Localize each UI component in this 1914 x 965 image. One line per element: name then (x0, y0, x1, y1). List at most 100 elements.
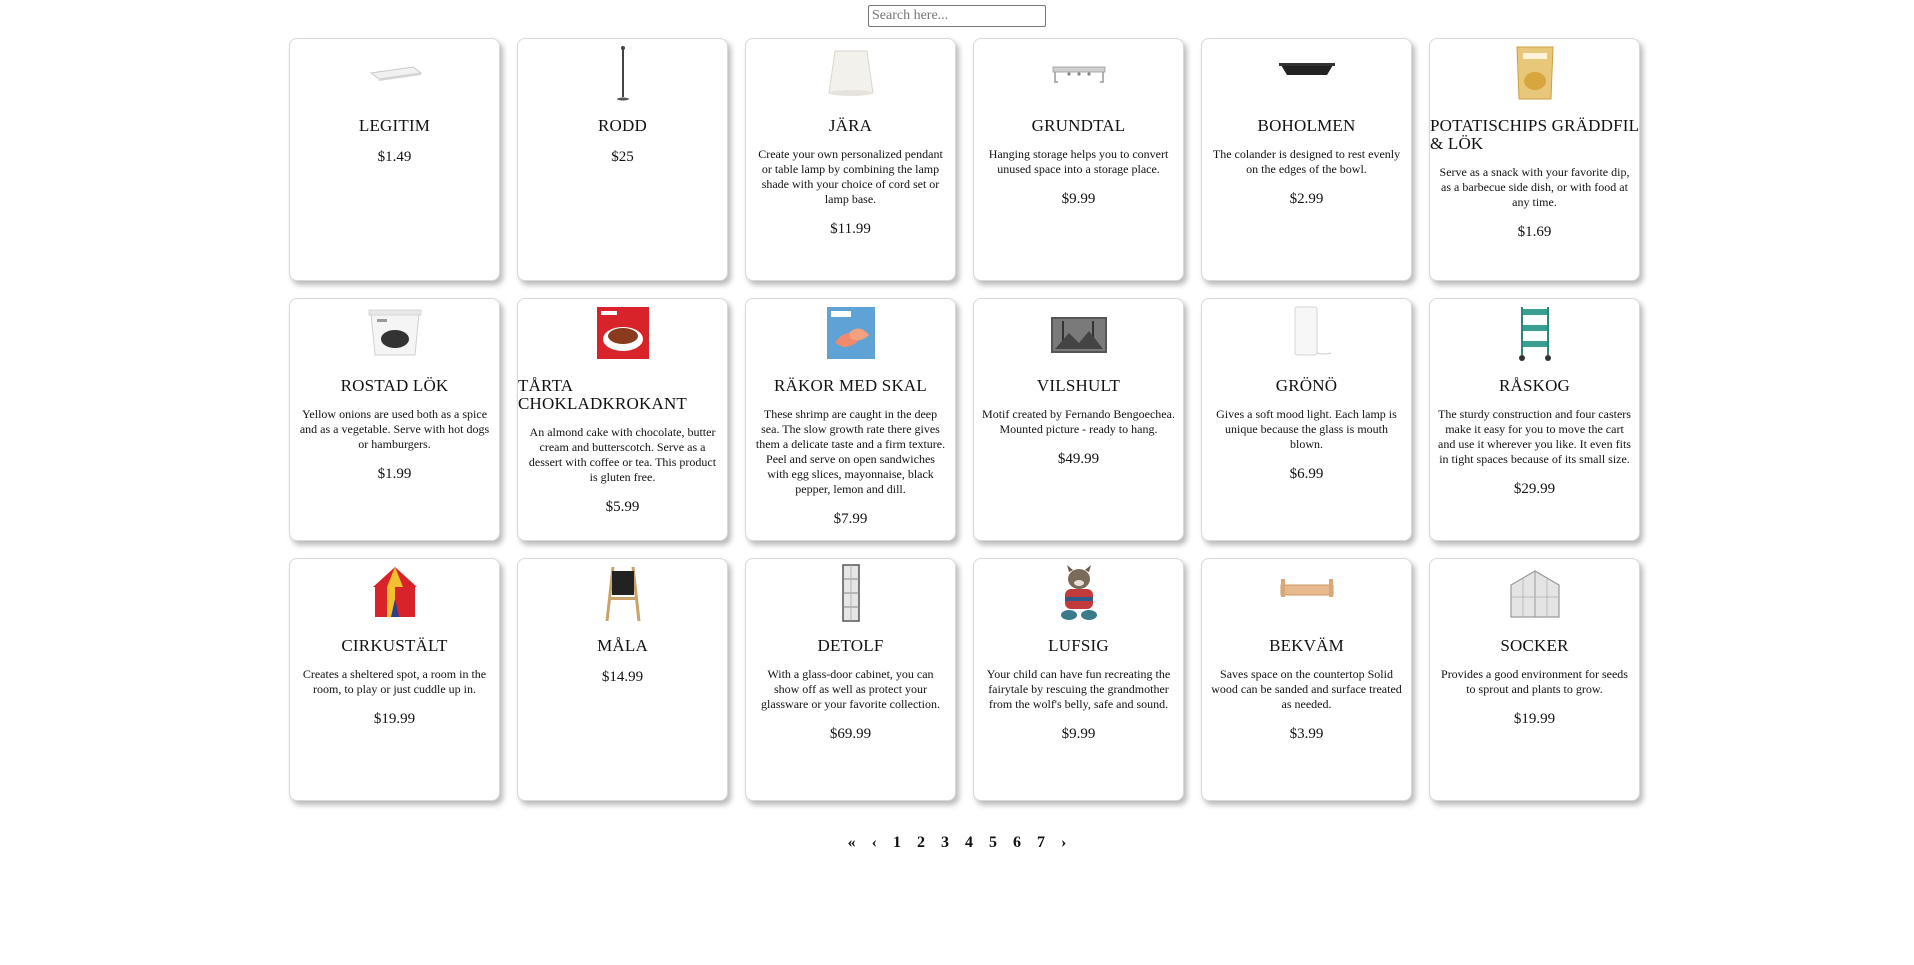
product-price: $19.99 (373, 711, 416, 727)
onion-tub-icon (368, 309, 421, 356)
product-name: GRÖNÖ (1275, 376, 1338, 395)
product-description: Saves space on the countertop Solid wood… (1211, 667, 1402, 711)
floor-lamp-icon (616, 46, 629, 101)
product-price: $14.99 (601, 669, 644, 685)
product-name: LUFSIG (1048, 636, 1109, 655)
product-price: $9.99 (1061, 726, 1096, 742)
greenhouse-icon (1509, 570, 1560, 618)
product-price: $9.99 (1061, 191, 1096, 207)
product-price: $5.99 (605, 499, 640, 515)
product-name: CIRKUSTÄLT (341, 636, 448, 655)
product-price: $69.99 (829, 726, 872, 742)
search-input[interactable] (868, 5, 1046, 27)
page-link-6[interactable]: 6 (1013, 834, 1021, 852)
search-bar (0, 5, 1914, 27)
product-card[interactable]: JÄRA Create your own personalized pendan… (745, 38, 956, 281)
product-card[interactable]: GRUNDTAL Hanging storage helps you to co… (973, 38, 1184, 281)
product-card[interactable]: RODD $25 (517, 38, 728, 281)
product-card[interactable]: DETOLF With a glass-door cabinet, you ca… (745, 558, 956, 801)
product-name: MÅLA (597, 636, 648, 655)
product-card[interactable]: MÅLA $14.99 (517, 558, 728, 801)
next-page-button[interactable]: › (1061, 834, 1066, 852)
page-link-2[interactable]: 2 (917, 834, 925, 852)
page-link-1[interactable]: 1 (893, 834, 901, 852)
product-card[interactable]: VILSHULT Motif created by Fernando Bengo… (973, 298, 1184, 541)
product-price: $1.69 (1517, 224, 1552, 240)
product-description: Motif created by Fernando Bengoechea. Mo… (982, 407, 1175, 436)
product-name: ROSTAD LÖK (340, 376, 449, 395)
product-card[interactable]: GRÖNÖ Gives a soft mood light. Each lamp… (1201, 298, 1412, 541)
product-price: $29.99 (1513, 481, 1556, 497)
product-card[interactable]: BEKVÄM Saves space on the countertop Sol… (1201, 558, 1412, 801)
product-name: RODD (598, 116, 647, 135)
product-price: $19.99 (1513, 711, 1556, 727)
product-name: LEGITIM (358, 116, 431, 135)
product-card[interactable]: CIRKUSTÄLT Creates a sheltered spot, a r… (289, 558, 500, 801)
product-name: GRUNDTAL (1031, 116, 1126, 135)
product-card[interactable]: RÅSKOG The sturdy construction and four … (1429, 298, 1640, 541)
product-card[interactable]: LEGITIM $1.49 (289, 38, 500, 281)
prev-page-button[interactable]: ‹ (872, 834, 877, 852)
product-card[interactable]: POTATISCHIPS GRÄDDFIL & LÖK Serve as a s… (1429, 38, 1640, 281)
product-card[interactable]: LUFSIG Your child can have fun recreatin… (973, 558, 1184, 801)
product-card[interactable]: ROSTAD LÖK Yellow onions are used both a… (289, 298, 500, 541)
product-description: An almond cake with chocolate, butter cr… (528, 425, 717, 484)
product-grid: LEGITIM $1.49 RODD $25 JÄRA Create your … (289, 38, 1649, 801)
spice-rack-icon (1280, 579, 1333, 597)
product-price: $3.99 (1289, 726, 1324, 742)
page-link-7[interactable]: 7 (1037, 834, 1045, 852)
table-lamp-icon (1294, 306, 1331, 356)
product-card[interactable]: TÅRTA CHOKLADKROKANT An almond cake with… (517, 298, 728, 541)
cutting-board-icon (369, 66, 422, 81)
easel-icon (605, 566, 640, 622)
product-price: $7.99 (833, 511, 868, 527)
product-name: JÄRA (828, 116, 873, 135)
product-description: Gives a soft mood light. Each lamp is un… (1216, 407, 1397, 451)
utility-cart-icon (1518, 307, 1551, 361)
product-price: $1.99 (377, 466, 412, 482)
pagination: « ‹ 1 2 3 4 5 6 7 › (0, 834, 1914, 852)
product-description: With a glass-door cabinet, you can show … (761, 667, 940, 711)
product-description: Hanging storage helps you to convert unu… (988, 147, 1169, 176)
product-name: RÅSKOG (1498, 376, 1571, 395)
page-link-3[interactable]: 3 (941, 834, 949, 852)
product-name: DETOLF (817, 636, 884, 655)
product-price: $1.49 (377, 149, 412, 165)
product-price: $6.99 (1289, 466, 1324, 482)
product-description: The colander is designed to rest evenly … (1212, 147, 1401, 176)
lamp-shade-icon (827, 50, 874, 96)
glass-cabinet-icon (841, 564, 860, 622)
cake-box-icon (596, 307, 649, 359)
colander-icon (1278, 63, 1335, 75)
product-price: $49.99 (1057, 451, 1100, 467)
product-name: BOHOLMEN (1257, 116, 1356, 135)
picture-icon (1050, 317, 1107, 353)
page-link-4[interactable]: 4 (965, 834, 973, 852)
product-description: Yellow onions are used both as a spice a… (299, 407, 490, 451)
product-name: VILSHULT (1036, 376, 1121, 395)
product-description: Create your own personalized pendant or … (758, 147, 943, 206)
product-name: SOCKER (1500, 636, 1569, 655)
product-card[interactable]: SOCKER Provides a good environment for s… (1429, 558, 1640, 801)
product-description: Serve as a snack with your favorite dip,… (1439, 165, 1630, 209)
page-link-5[interactable]: 5 (989, 834, 997, 852)
wolf-toy-icon (1060, 565, 1097, 620)
product-price: $11.99 (830, 221, 871, 237)
product-description: Creates a sheltered spot, a room in the … (302, 667, 487, 696)
product-description: The sturdy construction and four casters… (1438, 407, 1631, 466)
chips-bag-icon (1515, 46, 1554, 100)
first-page-button[interactable]: « (848, 834, 856, 852)
product-name: TÅRTA CHOKLADKROKANT (518, 376, 688, 413)
shrimp-bag-icon (826, 307, 875, 359)
product-description: Your child can have fun recreating the f… (986, 667, 1171, 711)
product-card[interactable]: BOHOLMEN The colander is designed to res… (1201, 38, 1412, 281)
hook-rail-icon (1052, 66, 1105, 83)
product-price: $25 (611, 149, 634, 165)
product-name: RÄKOR MED SKAL (774, 376, 927, 395)
product-name: POTATISCHIPS GRÄDDFIL & LÖK (1430, 116, 1639, 153)
product-card[interactable]: RÄKOR MED SKAL These shrimp are caught i… (745, 298, 956, 541)
product-price: $2.99 (1289, 191, 1324, 207)
product-description: These shrimp are caught in the deep sea.… (755, 407, 946, 496)
circus-tent-icon (372, 567, 417, 617)
product-description: Provides a good environment for seeds to… (1441, 667, 1628, 696)
